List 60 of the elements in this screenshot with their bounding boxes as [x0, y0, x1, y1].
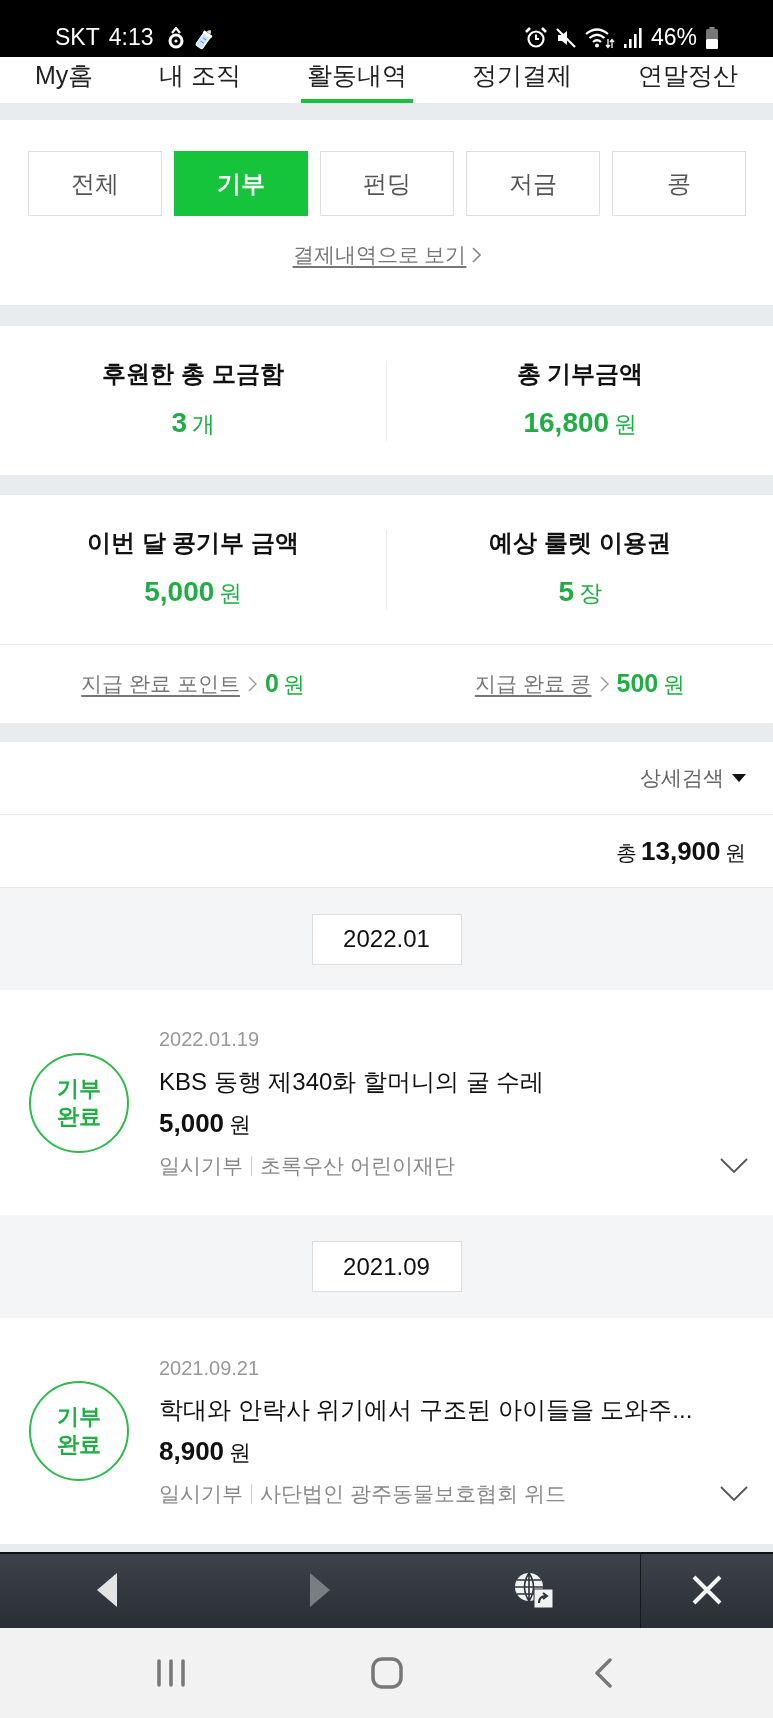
- chevron-down-icon[interactable]: [720, 1157, 748, 1174]
- payment-history-link[interactable]: 결제내역으로 보기: [292, 242, 467, 268]
- nav-tab[interactable]: 활동내역: [300, 57, 413, 103]
- donation-date: 2022.01.19: [159, 1028, 260, 1051]
- donation-status-badge: 기부 완료: [29, 1052, 129, 1153]
- stat-value: 5,000 원: [144, 574, 242, 609]
- chevron-right-icon: [599, 676, 609, 692]
- home-icon[interactable]: [370, 1657, 403, 1689]
- donation-type: 일시기부: [159, 1481, 243, 1507]
- payout-link[interactable]: 지급 완료 콩: [474, 671, 592, 697]
- battery-icon: [706, 26, 718, 49]
- chevron-down-icon[interactable]: [720, 1486, 748, 1502]
- carrier-name: SKT: [55, 24, 100, 51]
- organization-name: 초록우산 어린이재단: [260, 1152, 455, 1179]
- filter-tab[interactable]: 펀딩: [320, 151, 454, 216]
- donation-title: KBS 동행 제340화 할머니의 굴 수레: [159, 1066, 545, 1097]
- nav-tab[interactable]: 연말정산: [631, 57, 744, 103]
- nav-tab[interactable]: 내 조직: [153, 57, 247, 103]
- alarm-icon: [524, 26, 547, 49]
- filter-tab[interactable]: 콩: [612, 151, 746, 216]
- globe-icon: [513, 1572, 554, 1608]
- stat-label: 총 기부금액: [516, 358, 644, 389]
- recent-apps-icon[interactable]: [155, 1659, 186, 1687]
- stat-label: 이번 달 콩기부 금액: [87, 527, 299, 558]
- donation-type: 일시기부: [159, 1152, 243, 1179]
- stat-label: 후원한 총 모금함: [102, 358, 284, 389]
- donation-amount: 8,900 원: [159, 1436, 251, 1468]
- triangle-left-icon: [96, 1573, 117, 1607]
- stat-value: 5 장: [558, 574, 602, 609]
- month-label: 2022.01: [311, 913, 462, 965]
- stat-value: 3 개: [171, 405, 215, 440]
- battery-percentage: 46%: [650, 24, 697, 51]
- chevron-right-icon: [247, 676, 257, 692]
- nav-tab[interactable]: 정기결제: [466, 57, 579, 103]
- mute-icon: [555, 27, 576, 48]
- chevron-right-icon: [472, 247, 482, 263]
- payout-amount: 500 원: [616, 668, 685, 699]
- detail-search-button[interactable]: 상세검색: [640, 764, 746, 792]
- filter-tab[interactable]: 전체: [28, 151, 162, 216]
- filter-tab[interactable]: 저금: [466, 151, 600, 216]
- clock-time: 4:13: [108, 24, 154, 51]
- payout-link[interactable]: 지급 완료 포인트: [81, 671, 240, 697]
- close-icon: [692, 1575, 722, 1605]
- donation-status-badge: 기부 완료: [29, 1381, 129, 1481]
- ring-icon: [166, 26, 185, 49]
- caret-down-icon: [732, 774, 746, 782]
- payout-amount: 0 원: [264, 668, 306, 699]
- donation-amount: 5,000 원: [159, 1107, 251, 1140]
- wifi-icon: [584, 26, 615, 49]
- donation-date: 2021.09.21: [159, 1356, 260, 1380]
- stat-label: 예상 룰렛 이용권: [489, 527, 671, 558]
- triangle-right-icon: [310, 1573, 330, 1607]
- nav-tab[interactable]: My홈: [29, 57, 100, 103]
- signal-icon: [623, 27, 642, 48]
- donation-title: 학대와 안락사 위기에서 구조된 아이들을 도와주...: [159, 1395, 693, 1425]
- organization-name: 사단법인 광주동물보호협회 위드: [260, 1481, 566, 1507]
- month-label: 2021.09: [311, 1241, 462, 1292]
- total-amount: 총 13,900 원: [615, 835, 746, 867]
- stat-value: 16,800 원: [523, 405, 637, 440]
- back-icon[interactable]: [593, 1658, 612, 1688]
